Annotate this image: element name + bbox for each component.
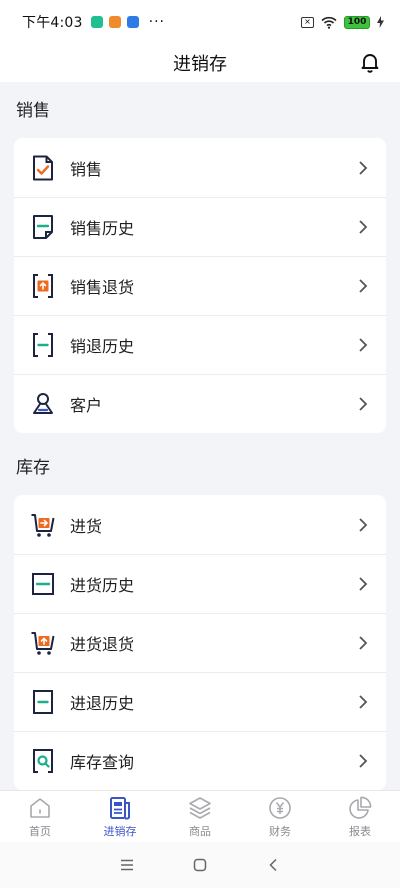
menu-item-sale-history[interactable]: 销售历史 xyxy=(14,197,386,256)
sale-return-icon xyxy=(33,273,53,298)
tab-reports[interactable]: 报表 xyxy=(320,791,400,842)
bell-icon[interactable] xyxy=(358,50,382,74)
chevron-right-icon xyxy=(359,694,368,709)
back-chevron-icon xyxy=(269,858,277,872)
app-notification-icon xyxy=(90,16,103,28)
no-sim-icon: × xyxy=(301,16,314,28)
status-time: 下午4:03 xyxy=(22,15,83,31)
chevron-right-icon xyxy=(359,219,368,234)
chevron-right-icon xyxy=(359,160,368,175)
menu-item-label: 进货历史 xyxy=(70,575,135,595)
menu-item-label: 销售退货 xyxy=(70,277,135,297)
menu-item-purchase[interactable]: 进货 xyxy=(14,495,386,554)
chevron-right-icon xyxy=(359,278,368,293)
app-header: 进销存 xyxy=(0,44,400,82)
chevron-right-icon xyxy=(359,396,368,411)
section-title-sales: 销售 xyxy=(16,101,50,121)
menu-item-sale[interactable]: 销售 xyxy=(14,138,386,197)
bottom-tab-bar: 首页 进销存 商品 财务 报表 xyxy=(0,790,400,842)
square-icon xyxy=(193,858,207,872)
tab-label: 首页 xyxy=(29,825,51,838)
page-title: 进销存 xyxy=(173,54,227,75)
status-bar: 下午4:03 ··· × 100 xyxy=(0,0,400,44)
layers-icon xyxy=(189,797,211,819)
pie-chart-icon xyxy=(349,796,372,819)
status-indicators: × 100 xyxy=(301,15,384,29)
tab-label: 财务 xyxy=(269,825,291,838)
main-content[interactable]: 销售 销售 销售历史 销售退货 销退历史 客户 库存 进货 进货历史 进货退货 … xyxy=(0,82,400,790)
menu-item-purchase-history[interactable]: 进货历史 xyxy=(14,554,386,613)
wifi-icon xyxy=(321,16,337,29)
menu-item-label: 销售 xyxy=(70,159,103,179)
sale-history-icon xyxy=(33,214,53,239)
tab-home[interactable]: 首页 xyxy=(0,791,80,842)
app-notification-icon xyxy=(108,16,121,28)
menu-item-label: 进货退货 xyxy=(70,634,135,654)
battery-icon: 100 xyxy=(344,15,370,29)
inventory-search-icon xyxy=(33,748,53,773)
menu-item-sale-return-history[interactable]: 销退历史 xyxy=(14,315,386,374)
menu-item-label: 销售历史 xyxy=(70,218,135,238)
menu-item-customer[interactable]: 客户 xyxy=(14,374,386,433)
purchase-return-cart-icon xyxy=(31,631,55,655)
tab-label: 进销存 xyxy=(103,825,137,838)
system-nav-bar xyxy=(0,842,400,888)
purchase-history-icon xyxy=(32,572,54,595)
customer-icon xyxy=(33,392,53,414)
menu-item-label: 客户 xyxy=(70,395,103,415)
app-notification-icon xyxy=(126,16,139,28)
inventory-card: 进货 进货历史 进货退货 进退历史 库存查询 xyxy=(14,495,386,790)
chevron-right-icon xyxy=(359,635,368,650)
menu-item-label: 进退历史 xyxy=(70,693,135,713)
chevron-right-icon xyxy=(359,517,368,532)
purchase-cart-icon xyxy=(31,513,55,537)
home-icon xyxy=(30,798,50,818)
tab-label: 报表 xyxy=(349,825,371,838)
sale-document-icon xyxy=(33,155,53,180)
chevron-right-icon xyxy=(359,753,368,768)
menu-item-purchase-return-history[interactable]: 进退历史 xyxy=(14,672,386,731)
document-list-icon xyxy=(110,797,130,820)
home-button[interactable] xyxy=(190,855,210,875)
section-title-inventory: 库存 xyxy=(16,458,50,478)
menu-item-inventory-search[interactable]: 库存查询 xyxy=(14,731,386,790)
sales-card: 销售 销售历史 销售退货 销退历史 客户 xyxy=(14,138,386,433)
more-notifications: ··· xyxy=(148,14,165,30)
sale-return-history-icon xyxy=(33,332,53,357)
purchase-return-history-icon xyxy=(33,689,53,714)
menu-item-label: 进货 xyxy=(70,516,103,536)
chevron-right-icon xyxy=(359,576,368,591)
back-button[interactable] xyxy=(263,855,283,875)
tab-label: 商品 xyxy=(189,825,211,838)
menu-item-sale-return[interactable]: 销售退货 xyxy=(14,256,386,315)
yen-coin-icon xyxy=(269,797,291,819)
tab-products[interactable]: 商品 xyxy=(160,791,240,842)
chevron-right-icon xyxy=(359,337,368,352)
charging-icon xyxy=(377,16,384,28)
menu-icon xyxy=(120,859,133,871)
menu-button[interactable] xyxy=(117,855,137,875)
menu-item-purchase-return[interactable]: 进货退货 xyxy=(14,613,386,672)
menu-item-label: 库存查询 xyxy=(70,752,135,772)
tab-inventory[interactable]: 进销存 xyxy=(80,791,160,842)
menu-item-label: 销退历史 xyxy=(70,336,135,356)
tab-finance[interactable]: 财务 xyxy=(240,791,320,842)
